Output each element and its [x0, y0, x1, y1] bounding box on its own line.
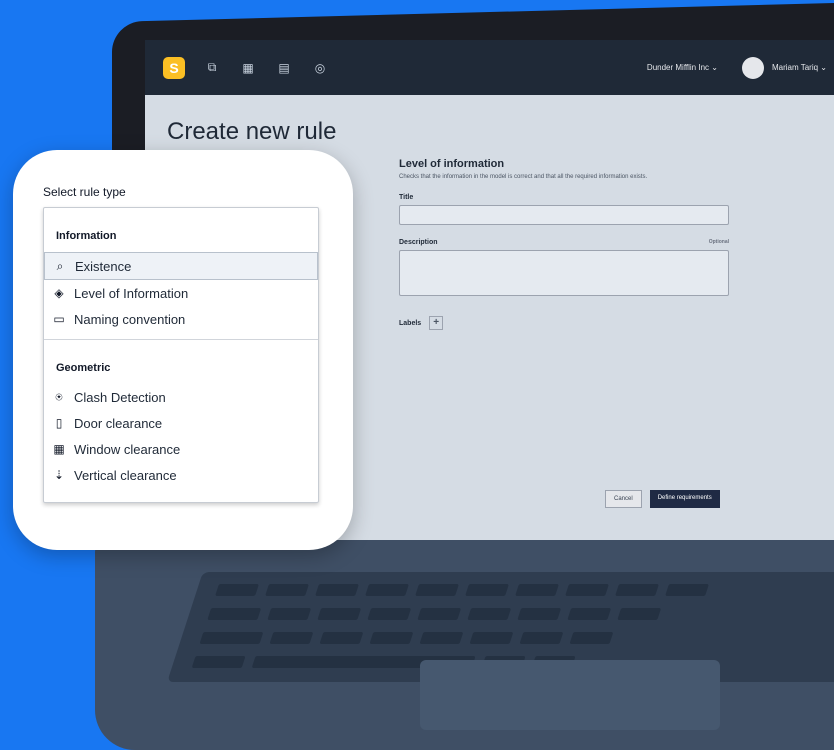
existence-icon: ⌕ [56, 258, 64, 273]
naming-icon: ▭ [53, 312, 65, 326]
grid-icon[interactable]: ▦ [239, 59, 257, 77]
add-label-icon[interactable]: + [429, 316, 444, 330]
rule-type-label: Clash Detection [74, 389, 166, 405]
description-label-row: Description Optional [399, 239, 729, 246]
rule-type-heading: Select rule type [43, 185, 126, 199]
help-icon[interactable]: ◎ [311, 59, 329, 77]
section-geometric: Geometric [56, 362, 111, 374]
section-information: Information [56, 230, 117, 242]
copy-icon[interactable]: ⧉ [203, 59, 221, 77]
title-input[interactable] [399, 205, 729, 225]
rule-type-label: Level of Information [74, 285, 189, 301]
rule-type-label: Existence [75, 258, 132, 274]
define-requirements-button[interactable]: Define requirements [649, 490, 720, 508]
labels-row: Labels + [399, 316, 729, 330]
rule-form: Level of information Checks that the inf… [399, 158, 729, 330]
rule-type-vertical-clearance[interactable]: ⇣ Vertical clearance [44, 462, 318, 488]
avatar[interactable] [741, 56, 764, 79]
trackpad [420, 660, 720, 730]
org-switcher[interactable]: Dunder Mifflin Inc ⌄ [647, 63, 718, 72]
rule-type-door-clearance[interactable]: ▯ Door clearance [44, 410, 318, 436]
user-name: Mariam Tariq [771, 63, 819, 72]
vertical-clearance-icon: ⇣ [53, 468, 65, 482]
cancel-button[interactable]: Cancel [605, 490, 642, 508]
chevron-down-icon: ⌄ [820, 63, 827, 72]
rule-type-list: Information ⌕ Existence ◈ Level of Infor… [43, 207, 319, 503]
title-label: Title [399, 194, 414, 201]
form-subtitle: Checks that the information in the model… [399, 174, 648, 180]
page-title: Create new rule [167, 118, 337, 145]
section-divider [44, 339, 318, 340]
optional-label: Optional [708, 239, 729, 245]
rule-type-card: Select rule type Information ⌕ Existence… [13, 150, 353, 550]
rule-type-label: Window clearance [74, 441, 181, 457]
layers-icon: ◈ [54, 286, 64, 300]
user-menu[interactable]: Mariam Tariq ⌄ [772, 63, 827, 72]
org-name: Dunder Mifflin Inc [646, 63, 710, 72]
app-header: S ⧉ ▦ ▤ ◎ Dunder Mifflin Inc ⌄ Mariam Ta… [145, 40, 834, 95]
form-title: Level of information [399, 158, 505, 170]
clash-icon: ⍟ [55, 389, 63, 404]
form-actions: Cancel Define requirements [605, 490, 720, 508]
rule-type-level-of-information[interactable]: ◈ Level of Information [44, 280, 318, 306]
door-icon: ▯ [55, 416, 63, 430]
app-logo[interactable]: S [163, 56, 185, 79]
calendar-icon[interactable]: ▤ [275, 59, 293, 77]
rule-type-clash-detection[interactable]: ⍟ Clash Detection [44, 384, 318, 410]
rule-type-window-clearance[interactable]: ▦ Window clearance [44, 436, 318, 462]
rule-type-existence[interactable]: ⌕ Existence [44, 252, 318, 280]
labels-label: Labels [399, 319, 422, 327]
chevron-down-icon: ⌄ [711, 63, 718, 72]
description-input[interactable] [399, 250, 729, 296]
description-label: Description [399, 239, 438, 246]
window-icon: ▦ [53, 442, 65, 456]
rule-type-label: Vertical clearance [74, 467, 177, 483]
rule-type-label: Door clearance [74, 415, 163, 431]
rule-type-naming-convention[interactable]: ▭ Naming convention [44, 306, 318, 332]
rule-type-label: Naming convention [74, 311, 186, 327]
